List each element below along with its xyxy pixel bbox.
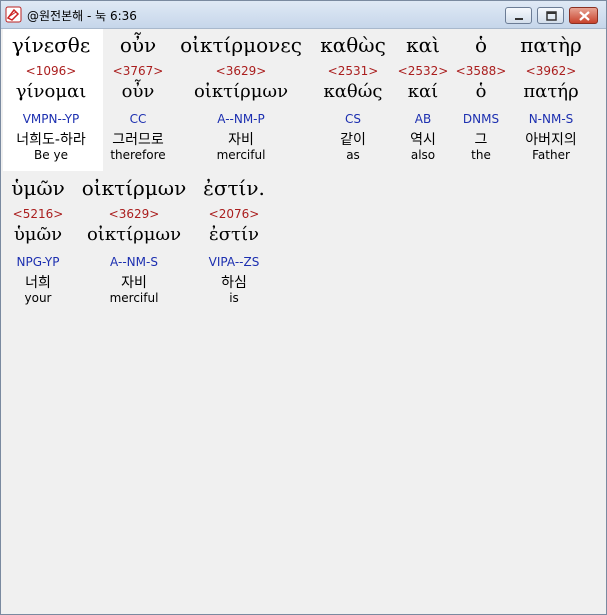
- strong-number: <3629>: [108, 207, 160, 221]
- korean-gloss: 너희도-하라: [16, 132, 86, 148]
- strong-number: <3588>: [455, 64, 507, 78]
- korean-gloss: 자비: [228, 132, 254, 148]
- greek-word: οἰκτίρμων: [81, 176, 187, 200]
- greek-word: καθὼς: [320, 33, 386, 57]
- korean-gloss: 역시: [410, 132, 436, 148]
- greek-lemma: ἐστίν: [209, 224, 259, 245]
- greek-lemma: καί: [407, 81, 439, 102]
- parsing-code: VMPN--YP: [22, 112, 80, 126]
- greek-word: οὖν: [119, 33, 157, 57]
- greek-word: ἐστίν.: [203, 176, 265, 200]
- strong-number: <3767>: [112, 64, 164, 78]
- english-gloss: your: [24, 291, 52, 305]
- greek-lemma: οἰκτίρμων: [193, 81, 289, 102]
- greek-word: πατὴρ: [520, 33, 582, 57]
- parsing-code: AB: [414, 112, 432, 126]
- parsing-code: CS: [345, 112, 361, 126]
- greek-word: ὑμῶν: [11, 176, 65, 200]
- close-button[interactable]: [569, 7, 598, 24]
- parsing-code: A--NM-P: [217, 112, 265, 126]
- parsing-code: A--NM-S: [110, 255, 158, 269]
- greek-lemma: οἰκτίρμων: [86, 224, 182, 245]
- english-gloss: Be ye: [34, 148, 68, 162]
- greek-lemma: ὁ: [475, 81, 487, 102]
- greek-lemma: γίνομαι: [15, 81, 87, 102]
- app-window: @원전본해 - 눅 6:36 γίνεσθε <1096> γίνομαι VM…: [0, 0, 607, 615]
- greek-lemma: οὖν: [121, 81, 155, 102]
- window-title: @원전본해 - 눅 6:36: [27, 9, 137, 23]
- english-gloss: therefore: [110, 148, 166, 162]
- strong-number: <2076>: [208, 207, 260, 221]
- korean-gloss: 아버지의: [525, 132, 577, 148]
- korean-gloss: 같이: [340, 132, 366, 148]
- minimize-icon: [515, 18, 523, 20]
- strong-number: <3629>: [215, 64, 267, 78]
- strong-number: <3962>: [525, 64, 577, 78]
- greek-word: οἰκτίρμονες: [180, 33, 302, 57]
- parsing-code: N-NM-S: [528, 112, 574, 126]
- interlinear-view: γίνεσθε <1096> γίνομαι VMPN--YP 너희도-하라 B…: [1, 29, 606, 614]
- greek-word: γίνεσθε: [11, 33, 91, 57]
- english-gloss: merciful: [216, 148, 266, 162]
- korean-gloss: 그: [474, 132, 488, 148]
- minimize-button[interactable]: [505, 7, 532, 24]
- greek-word: καὶ: [406, 33, 440, 57]
- english-gloss: is: [229, 291, 239, 305]
- bible-app-icon: [5, 6, 22, 23]
- korean-gloss: 그러므로: [112, 132, 164, 148]
- strong-number: <5216>: [12, 207, 64, 221]
- english-gloss: merciful: [109, 291, 159, 305]
- strong-number: <1096>: [25, 64, 77, 78]
- english-gloss: also: [410, 148, 436, 162]
- korean-gloss: 너희: [25, 275, 51, 291]
- title-bar[interactable]: @원전본해 - 눅 6:36: [1, 1, 606, 29]
- english-gloss: as: [346, 148, 360, 162]
- strong-number: <2531>: [327, 64, 379, 78]
- greek-lemma: ὑμῶν: [13, 224, 63, 245]
- close-icon: [579, 11, 590, 21]
- parsing-code: NPG-YP: [16, 255, 60, 269]
- parsing-code: DNMS: [462, 112, 500, 126]
- greek-lemma: καθώς: [323, 81, 383, 102]
- parsing-code: VIPA--ZS: [208, 255, 260, 269]
- english-gloss: the: [471, 148, 491, 162]
- english-gloss: Father: [532, 148, 570, 162]
- maximize-button[interactable]: [537, 7, 564, 24]
- maximize-icon: [546, 11, 557, 21]
- korean-gloss: 자비: [121, 275, 147, 291]
- greek-word: ὁ: [474, 33, 488, 57]
- greek-lemma: πατήρ: [523, 81, 579, 102]
- korean-gloss: 하심: [221, 275, 247, 291]
- strong-number: <2532>: [397, 64, 449, 78]
- parsing-code: CC: [129, 112, 147, 126]
